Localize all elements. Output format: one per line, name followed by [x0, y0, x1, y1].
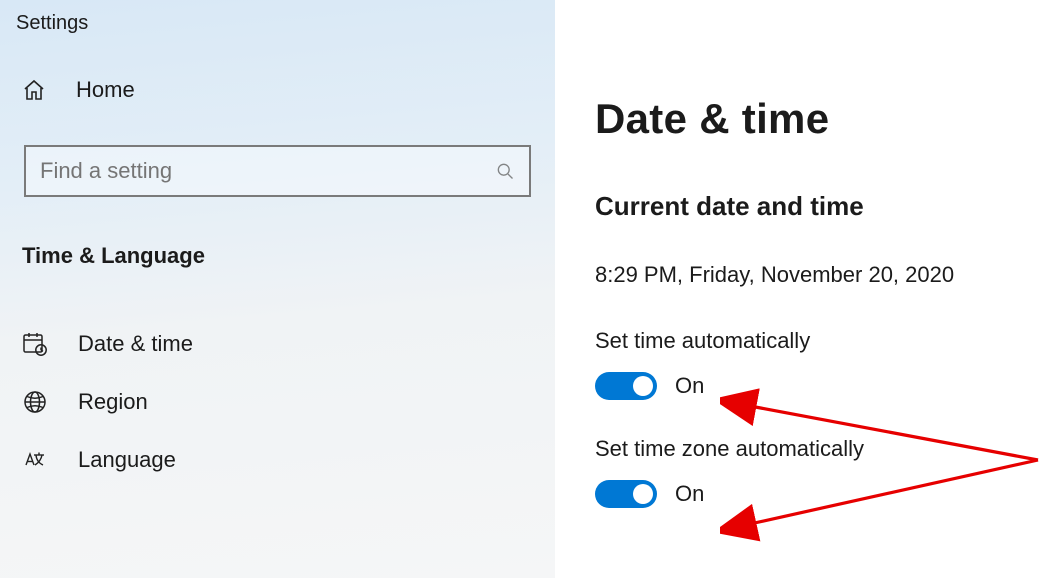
nav-item-date-time[interactable]: Date & time — [0, 315, 555, 373]
nav-label-region: Region — [78, 389, 148, 415]
home-icon — [22, 78, 46, 102]
search-box[interactable] — [24, 145, 531, 197]
search-input[interactable] — [40, 158, 495, 184]
section-current-datetime: Current date and time — [595, 191, 1008, 222]
set-time-auto-toggle[interactable] — [595, 372, 657, 400]
current-datetime-value: 8:29 PM, Friday, November 20, 2020 — [595, 262, 1008, 288]
set-time-auto-row: On — [595, 372, 1008, 400]
home-nav-item[interactable]: Home — [0, 63, 555, 117]
settings-main-panel: Date & time Current date and time 8:29 P… — [555, 0, 1048, 578]
nav-item-region[interactable]: Region — [0, 373, 555, 431]
page-title: Date & time — [595, 95, 1008, 143]
language-icon — [22, 447, 48, 473]
date-time-icon — [22, 331, 48, 357]
nav-item-language[interactable]: Language — [0, 431, 555, 489]
settings-header: Settings — [0, 6, 555, 63]
home-label: Home — [76, 77, 135, 103]
set-tz-auto-label: Set time zone automatically — [595, 436, 1008, 462]
set-tz-auto-toggle[interactable] — [595, 480, 657, 508]
set-time-auto-label: Set time automatically — [595, 328, 1008, 354]
set-tz-auto-state: On — [675, 481, 704, 507]
nav-label-date-time: Date & time — [78, 331, 193, 357]
globe-icon — [22, 389, 48, 415]
search-icon — [495, 161, 515, 181]
category-title: Time & Language — [0, 243, 555, 269]
set-time-auto-state: On — [675, 373, 704, 399]
set-tz-auto-row: On — [595, 480, 1008, 508]
settings-sidebar: Settings Home Time & Language Date & tim… — [0, 0, 555, 578]
nav-label-language: Language — [78, 447, 176, 473]
